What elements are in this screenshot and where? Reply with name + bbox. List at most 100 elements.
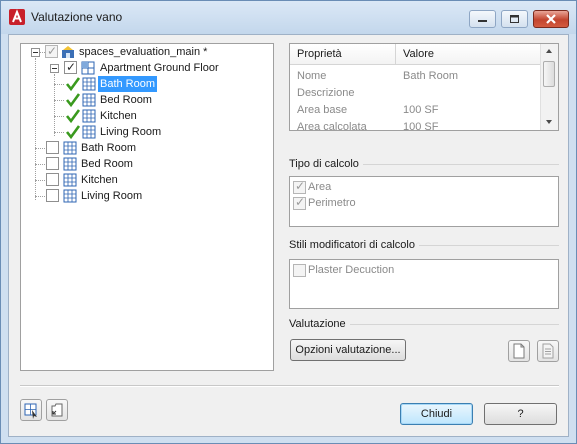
help-button[interactable]: ? [484,403,557,425]
green-check-icon [65,77,81,92]
tree-node-label: Bath Room [98,76,158,92]
evaluation-folder-icon [62,46,74,58]
tree-node-label: Kitchen [81,174,118,186]
checkbox[interactable] [46,173,59,186]
green-check-icon [65,109,81,124]
tree-node-space[interactable]: Living Room [21,188,273,204]
tree-node-space[interactable]: Bed Room [21,156,273,172]
property-row[interactable]: Area calcolata 100 SF [290,120,542,131]
close-button[interactable]: Chiudi [400,403,473,425]
tree-node-space[interactable]: Bath Room [21,76,273,92]
tree-line [54,100,64,101]
tree-node-space[interactable]: Bed Room [21,92,273,108]
dialog-client-area: ✓ spaces_evaluation_main * ✓ Apartment G… [8,34,569,437]
space-icon [63,141,77,155]
select-spaces-button[interactable] [20,399,42,421]
checkbox[interactable]: ✓ [45,44,58,58]
checkbox[interactable] [46,157,59,170]
collapse-toggle[interactable] [50,64,59,73]
green-check-icon [65,125,81,140]
minimize-button[interactable] [469,10,496,28]
property-name: Nome [297,70,327,82]
close-window-button[interactable] [533,10,569,28]
tree-node-root[interactable]: ✓ spaces_evaluation_main * [21,44,273,60]
checkbox[interactable] [46,141,59,154]
space-tree[interactable]: ✓ spaces_evaluation_main * ✓ Apartment G… [20,43,274,371]
autocad-app-icon[interactable] [9,9,25,25]
tree-node-space[interactable]: Kitchen [21,172,273,188]
option-label: Perimetro [308,197,356,209]
tree-node-label: Apartment Ground Floor [100,62,219,74]
properties-header: Proprietà Valore [290,44,542,65]
add-zone-icon [51,403,63,417]
evaluation-options-button[interactable]: Opzioni valutazione... [290,339,406,361]
maximize-button[interactable] [501,10,528,28]
property-name: Area calcolata [297,121,367,131]
scroll-thumb[interactable] [543,61,555,87]
property-name: Descrizione [297,87,355,99]
checkbox[interactable]: ✓ [64,60,77,74]
space-icon [63,157,77,171]
document-list-button[interactable] [537,340,559,362]
checkbox[interactable]: ✓ [293,179,306,194]
zone-icon [81,61,95,75]
properties-scrollbar[interactable] [540,44,558,130]
property-row[interactable]: Nome Bath Room [290,69,542,86]
calc-type-section: Tipo di calcolo [289,158,559,172]
tree-node-space[interactable]: Bath Room [21,140,273,156]
minimize-icon [478,20,487,22]
property-value: 100 SF [403,121,439,131]
tree-node-label: Living Room [100,126,162,138]
column-header-property[interactable]: Proprietà [297,48,342,60]
option-label: Plaster Decuction [308,264,395,276]
tree-line [54,132,64,133]
space-icon [82,125,96,139]
property-row[interactable]: Descrizione [290,86,542,103]
checkbox[interactable] [293,264,306,277]
title-bar[interactable]: Valutazione vano [1,1,576,34]
space-icon [63,173,77,187]
section-caption: Stili modificatori di calcolo [289,239,419,251]
tree-line [54,116,64,117]
tree-node-group[interactable]: ✓ Apartment Ground Floor [21,60,273,76]
collapse-toggle[interactable] [31,48,40,57]
tree-node-label: Bed Room [100,94,152,106]
tree-node-label: Kitchen [100,110,137,122]
window-title: Valutazione vano [31,10,123,24]
scroll-down-arrow-icon[interactable] [546,120,552,124]
property-name: Area base [297,104,348,116]
select-spaces-icon [24,403,37,419]
tree-node-space[interactable]: Kitchen [21,108,273,124]
property-value: Bath Room [403,70,459,82]
green-check-icon [65,93,81,108]
property-value: 100 SF [403,104,439,116]
space-icon [82,93,96,107]
tree-node-label: Living Room [81,190,143,202]
checkbox[interactable]: ✓ [293,195,306,210]
column-separator[interactable] [395,44,396,64]
tree-node-label: spaces_evaluation_main * [79,46,208,58]
scroll-up-arrow-icon[interactable] [546,49,552,53]
property-row[interactable]: Area base 100 SF [290,103,542,120]
evaluation-section: Valutazione [289,318,559,332]
dialog-window: Valutazione vano ✓ spaces_evaluation_mai… [0,0,577,444]
modifier-styles-list[interactable]: Plaster Decuction [289,259,559,309]
tree-node-label: Bed Room [81,158,133,170]
document-list-icon [542,343,554,359]
space-icon [82,109,96,123]
tree-node-space[interactable]: Living Room [21,124,273,140]
new-document-button[interactable] [508,340,530,362]
section-caption: Tipo di calcolo [289,158,363,170]
add-zone-button[interactable] [46,399,68,421]
space-icon [82,77,96,91]
tree-node-label: Bath Room [81,142,137,154]
column-header-value[interactable]: Valore [403,48,434,60]
close-icon [546,14,556,24]
option-label: Area [308,181,332,193]
footer-divider [20,385,559,387]
new-document-icon [513,343,525,359]
checkbox[interactable] [46,189,59,202]
section-caption: Valutazione [289,318,350,330]
calc-type-list[interactable]: ✓ Area ✓ Perimetro [289,176,559,227]
properties-grid[interactable]: Proprietà Valore Nome Bath Room Descrizi… [289,43,559,131]
